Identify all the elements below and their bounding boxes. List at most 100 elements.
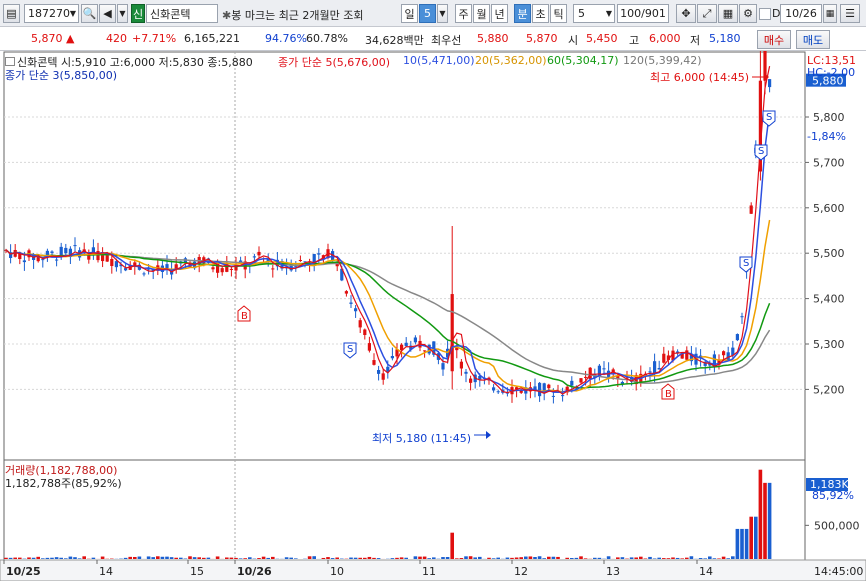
- sell-button[interactable]: 매도: [796, 30, 830, 49]
- open-value: 5,450: [586, 32, 618, 45]
- menu-icon[interactable]: ▤: [3, 4, 20, 23]
- candle-body: [653, 361, 657, 374]
- candle-body: [358, 320, 362, 328]
- volume-bar: [459, 558, 464, 559]
- period-num[interactable]: 5: [419, 4, 436, 23]
- volume-bar: [551, 556, 556, 559]
- volume-bar: [648, 556, 652, 559]
- candle-body: [64, 247, 68, 254]
- volume-bar: [18, 557, 22, 559]
- price-chart[interactable]: 5,8005,7005,6005,5005,4005,3005,2005,880…: [0, 51, 866, 581]
- volume-bar: [243, 558, 247, 559]
- volume-bar: [206, 557, 211, 559]
- candle-body: [579, 378, 583, 383]
- calendar-icon[interactable]: ▦: [823, 4, 837, 23]
- chevron-down-icon[interactable]: ▼: [606, 9, 612, 18]
- chevron-down-icon[interactable]: ▼: [437, 4, 448, 23]
- tab-tick[interactable]: 틱: [550, 4, 567, 23]
- high-annotation: 최고 6,000 (14:45): [650, 71, 750, 84]
- volume-bar: [234, 557, 238, 559]
- volume-bar: [473, 557, 477, 559]
- buy-button[interactable]: 매수: [757, 30, 791, 49]
- candle-body: [722, 351, 726, 356]
- chevron-down-icon[interactable]: ▼: [70, 9, 76, 18]
- volume-bar: [524, 556, 528, 559]
- volume-bar: [215, 556, 220, 559]
- tab-year[interactable]: 년: [491, 4, 508, 23]
- volume-bar: [363, 557, 367, 559]
- x-tick-label: 12: [514, 565, 528, 578]
- volume-bar: [367, 556, 372, 559]
- volume-bar: [133, 556, 137, 559]
- candle-body: [538, 382, 542, 397]
- volume-bar: [422, 556, 427, 559]
- y-tick-label: 5,600: [813, 202, 845, 215]
- volume-bar: [64, 558, 68, 559]
- volume-bar: [597, 557, 602, 559]
- volume-bar: [763, 482, 767, 559]
- volume-bar: [427, 558, 431, 559]
- volume-bar: [261, 556, 266, 559]
- volume-bar: [740, 528, 744, 559]
- volume-bar: [496, 557, 500, 559]
- legend-ma5: 종가 단순 5(5,676,00): [278, 56, 391, 69]
- volume-bar: [749, 516, 753, 559]
- volume-bar: [68, 556, 73, 559]
- gear-icon[interactable]: ⚙: [739, 4, 757, 23]
- candle-body: [662, 353, 666, 363]
- period-day[interactable]: 일: [401, 4, 418, 23]
- stock-code-input[interactable]: 187270 ▼: [24, 4, 79, 23]
- volume-bar: [294, 558, 298, 559]
- candle-body: [561, 395, 565, 397]
- volume-bar: [197, 557, 201, 559]
- draw-icon[interactable]: ⤢: [697, 4, 717, 23]
- grid-icon[interactable]: ▦: [718, 4, 738, 23]
- volume-bar: [91, 557, 96, 559]
- legend-volume-2: 1,182,788주(85,92%): [5, 477, 122, 490]
- candle-body: [570, 380, 574, 386]
- crosshair-icon[interactable]: ✥: [676, 4, 696, 23]
- volume-value: 6,165,221: [184, 32, 240, 45]
- volume-bar: [432, 557, 436, 559]
- candle-body: [50, 251, 54, 253]
- volume-bar: [537, 556, 542, 559]
- volume-bar: [579, 556, 583, 559]
- volume-bar: [629, 557, 634, 559]
- volume-bar: [229, 557, 234, 559]
- interval-select[interactable]: 5 ▼: [573, 4, 615, 23]
- tab-month[interactable]: 월: [473, 4, 490, 23]
- volume-bar: [744, 528, 749, 559]
- tab-week[interactable]: 주: [455, 4, 472, 23]
- volume-bar: [671, 557, 675, 559]
- candle-body: [317, 253, 321, 255]
- volume-bar: [41, 558, 45, 559]
- candle-body: [441, 363, 445, 370]
- volume-bar: [376, 558, 381, 559]
- candle-body: [588, 367, 592, 380]
- volume-bar: [418, 556, 422, 559]
- high-value: 6,000: [649, 32, 681, 45]
- candle-body: [450, 294, 454, 372]
- x-tick-label: 13: [606, 565, 620, 578]
- volume-bar: [675, 557, 680, 559]
- volume-bar: [321, 557, 326, 559]
- volume-bar: [666, 558, 671, 559]
- volume-bar: [248, 557, 252, 559]
- chevron-down-icon[interactable]: ▼: [117, 4, 128, 23]
- tab-second[interactable]: 초: [532, 4, 549, 23]
- table-icon[interactable]: ☰: [840, 4, 860, 23]
- volume-bar: [721, 556, 726, 559]
- volume-bar: [395, 557, 399, 559]
- search-icon[interactable]: 🔍: [81, 4, 98, 23]
- y-tick-label: 5,500: [813, 247, 845, 260]
- volume-bar: [266, 557, 270, 559]
- date-input[interactable]: 10/26: [780, 4, 822, 23]
- candle-body: [298, 259, 302, 262]
- speaker-icon[interactable]: ◀: [99, 4, 116, 23]
- d-checkbox[interactable]: [759, 8, 771, 20]
- tab-minute[interactable]: 분: [514, 4, 531, 23]
- candle-body: [114, 261, 118, 268]
- volume-bar: [441, 557, 445, 559]
- volume-bar: [50, 557, 54, 559]
- volume-bar: [556, 556, 560, 559]
